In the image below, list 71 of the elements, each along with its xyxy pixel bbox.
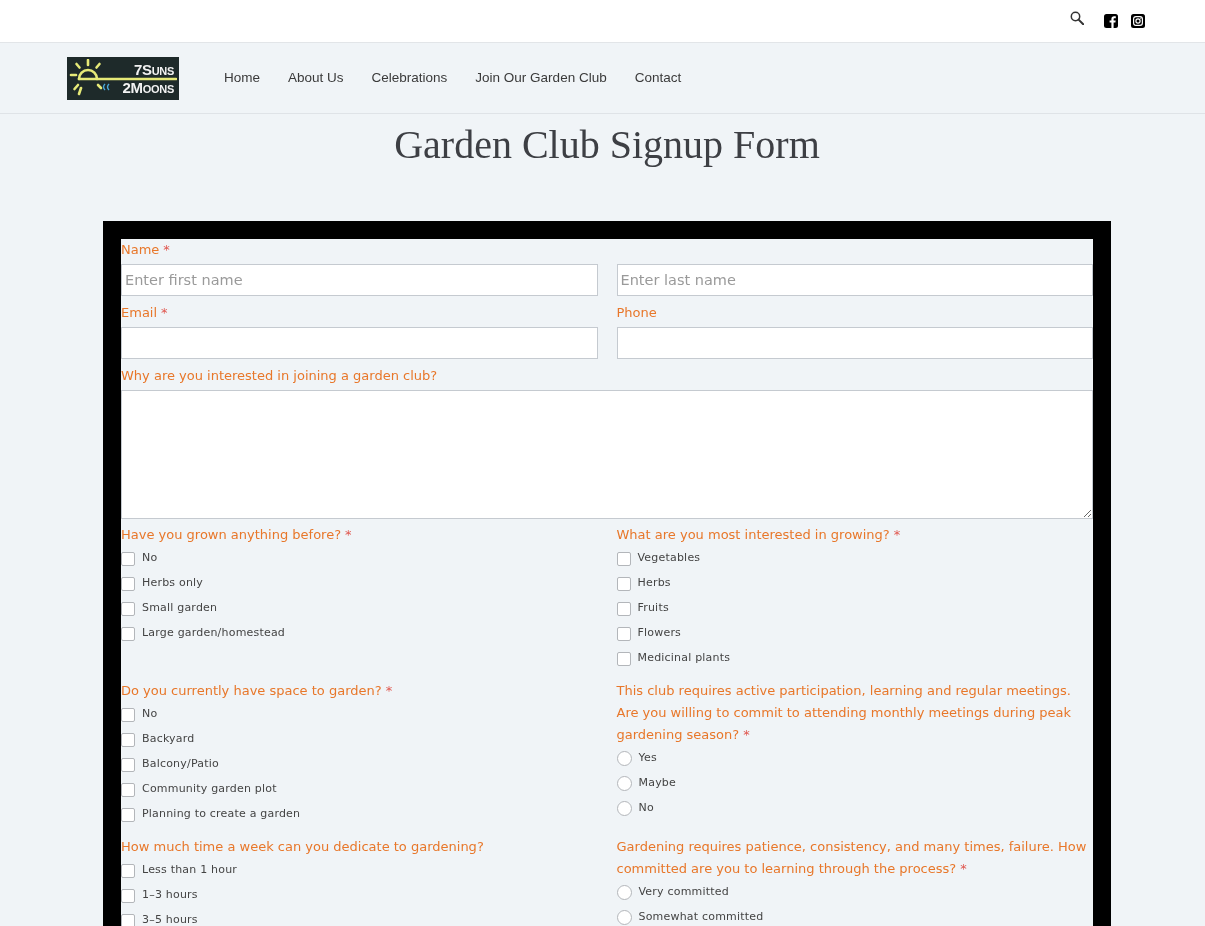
option-label: Medicinal plants <box>637 650 731 667</box>
option-label: Vegetables <box>637 550 701 567</box>
field-label: What are you most interested in growing? * <box>616 526 901 544</box>
logo[interactable]: 7Suns 2Moons <box>67 56 179 100</box>
checkbox[interactable] <box>616 651 631 666</box>
field-label: Why are you interested in joining a garden club? <box>121 367 438 385</box>
facebook-icon[interactable] <box>1104 14 1118 28</box>
option-label: Flowers <box>637 625 682 642</box>
nav-link[interactable]: Celebrations <box>371 67 448 89</box>
option-label: Yes <box>638 750 657 767</box>
checkbox[interactable] <box>121 626 135 641</box>
checkbox[interactable] <box>121 576 135 591</box>
radio-button[interactable] <box>616 776 632 791</box>
field-label: Have you grown anything before? * <box>121 526 352 544</box>
input-field[interactable]: Enter first name <box>121 264 598 296</box>
sun-logo-icon <box>69 58 177 98</box>
input-field[interactable]: Enter last name <box>616 264 1093 296</box>
radio-button[interactable] <box>616 751 632 766</box>
checkbox[interactable] <box>121 707 135 722</box>
checkbox[interactable] <box>616 551 631 566</box>
option-label: No <box>142 706 158 723</box>
option-label: Less than 1 hour <box>142 862 238 879</box>
option-label: Herbs only <box>142 575 204 592</box>
instagram-icon[interactable] <box>1131 14 1145 28</box>
checkbox[interactable] <box>121 863 135 878</box>
option-label: No <box>638 800 654 817</box>
option-label: Planning to create a garden <box>142 806 301 823</box>
option-label: Maybe <box>638 775 676 792</box>
nav-link[interactable]: Contact <box>634 67 682 89</box>
field-label: Name * <box>121 241 170 259</box>
field-label: Phone <box>616 304 657 322</box>
option-label: Somewhat committed <box>638 909 764 926</box>
option-label: No <box>142 550 158 567</box>
option-label: Small garden <box>142 600 218 617</box>
option-label: 1–3 hours <box>142 887 198 904</box>
field-label: Do you currently have space to garden? * <box>121 682 393 700</box>
nav-link[interactable]: Home <box>224 67 260 89</box>
option-label: Balcony/Patio <box>142 756 219 773</box>
page-title: Garden Club Signup Form <box>394 121 820 169</box>
input-field[interactable] <box>121 327 598 359</box>
checkbox[interactable] <box>616 626 631 641</box>
option-label: Herbs <box>637 575 671 592</box>
checkbox[interactable] <box>121 807 135 822</box>
checkbox[interactable] <box>121 782 135 797</box>
radio-button[interactable] <box>616 885 632 900</box>
option-label: Very committed <box>638 884 729 901</box>
checkbox[interactable] <box>616 576 631 591</box>
checkbox[interactable] <box>121 757 135 772</box>
checkbox[interactable] <box>121 551 135 566</box>
radio-button[interactable] <box>616 801 632 816</box>
checkbox[interactable] <box>121 601 135 616</box>
checkbox[interactable] <box>121 888 135 903</box>
input-field[interactable] <box>616 327 1093 359</box>
nav-link[interactable]: Join Our Garden Club <box>475 67 607 89</box>
field-label: Gardening requires patience, consistency, and many times, failure. How committed are you to learning through the process? * <box>616 838 1088 878</box>
radio-button[interactable] <box>616 910 632 925</box>
checkbox[interactable] <box>121 732 135 747</box>
nav-link[interactable]: About Us <box>288 67 344 89</box>
logo-text: 2Moons <box>122 78 174 97</box>
search-icon[interactable] <box>1070 11 1084 25</box>
option-label: Backyard <box>142 731 195 748</box>
option-label: Community garden plot <box>142 781 277 798</box>
field-label: Email * <box>121 304 168 322</box>
field-label: How much time a week can you dedicate to gardening? <box>121 838 484 856</box>
checkbox[interactable] <box>616 601 631 616</box>
field-label: This club requires active participation, learning and regular meetings. Are you willing to commit to attending monthly meetings during peak gardening season? * <box>616 682 1073 744</box>
option-label: Fruits <box>637 600 669 617</box>
checkbox[interactable] <box>121 913 135 926</box>
logo-text: 7Suns <box>133 60 174 79</box>
option-label: 3–5 hours <box>142 912 198 926</box>
option-label: Large garden/homestead <box>142 625 286 642</box>
